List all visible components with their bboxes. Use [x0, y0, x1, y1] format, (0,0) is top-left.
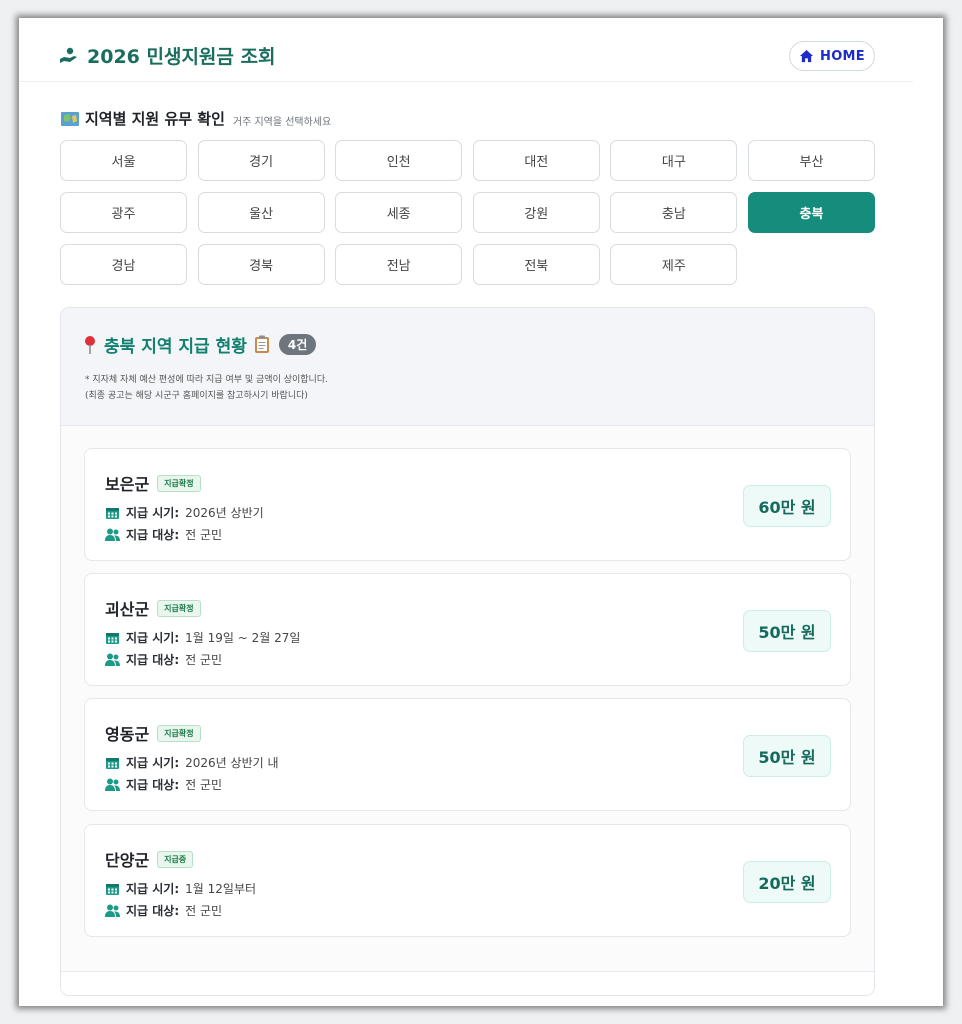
regions-subtitle: 거주 지역을 선택하세요	[232, 116, 332, 128]
target-label: 지급 대상:	[126, 653, 180, 667]
payment-time-row: 지급 시기: 1월 19일 ~ 2월 27일	[105, 629, 300, 646]
results-title-text: 충북 지역 지급 현황	[104, 337, 247, 357]
users-icon	[105, 778, 120, 791]
results-title: 충북 지역 지급 현황 4건	[83, 332, 317, 357]
calendar-icon	[106, 508, 119, 519]
count-badge: 4건	[278, 334, 317, 355]
time-value: 2026년 상반기 내	[185, 756, 279, 770]
home-button-label: HOME	[820, 48, 865, 64]
time-label: 지급 시기:	[126, 756, 180, 770]
pin-icon	[85, 335, 95, 354]
time-value: 2026년 상반기	[185, 506, 264, 520]
region-card: 보은군 지급확정 지급 시기: 2026년 상반기 지급 대상: 전 군민 60…	[84, 448, 851, 561]
time-label: 지급 시기:	[126, 882, 180, 896]
status-badge: 지급확정	[157, 474, 201, 492]
home-button[interactable]: HOME	[789, 41, 875, 71]
region-button[interactable]: 경남	[60, 244, 187, 285]
region-button[interactable]: 제주	[610, 244, 738, 285]
users-icon	[105, 528, 120, 541]
note-line-1: * 지자체 자체 예산 편성에 따라 지급 여부 및 금액이 상이합니다.	[85, 375, 328, 385]
regions-section-title: 지역별 지원 유무 확인 거주 지역을 선택하세요	[61, 108, 331, 129]
target-label: 지급 대상:	[126, 528, 180, 542]
page-frame: 2026 민생지원금 조회 HOME 지역별 지원 유무 확인 거주 지역을 선…	[19, 18, 943, 1006]
app-title: 2026 민생지원금 조회	[59, 42, 275, 69]
target-value: 전 군민	[185, 778, 223, 792]
region-button[interactable]: 경기	[197, 140, 325, 181]
users-icon	[105, 904, 120, 917]
payment-time-row: 지급 시기: 1월 12일부터	[105, 880, 256, 897]
note-line-2: (최종 공고는 해당 시군구 홈페이지를 참고하시기 바랍니다)	[85, 391, 308, 401]
results-header: 충북 지역 지급 현황 4건 * 지자체 자체 예산 편성에 따라 지급 여부 …	[61, 308, 874, 426]
payment-time-row: 지급 시기: 2026년 상반기	[105, 504, 264, 521]
calendar-icon	[106, 884, 119, 895]
results-footer	[61, 971, 874, 995]
region-button[interactable]: 대전	[472, 140, 600, 181]
region-button[interactable]: 울산	[197, 192, 325, 233]
status-badge: 지급중	[157, 850, 194, 868]
target-value: 전 군민	[185, 653, 223, 667]
amount-badge: 20만 원	[743, 861, 831, 903]
region-button[interactable]: 대구	[610, 140, 738, 181]
clipboard-icon	[254, 335, 269, 353]
header: 2026 민생지원금 조회 HOME	[19, 18, 913, 82]
region-button[interactable]: 광주	[60, 192, 187, 233]
region-button[interactable]: 전북	[472, 244, 600, 285]
users-icon	[105, 653, 120, 666]
amount-badge: 50만 원	[743, 610, 831, 652]
regions-title: 지역별 지원 유무 확인	[85, 110, 225, 128]
region-button-selected[interactable]: 충북	[747, 192, 875, 233]
target-label: 지급 대상:	[126, 904, 180, 918]
time-label: 지급 시기:	[126, 631, 180, 645]
status-badge: 지급확정	[157, 724, 201, 742]
region-button[interactable]: 인천	[335, 140, 463, 181]
county-name: 영동군	[105, 725, 150, 744]
region-card: 괴산군 지급확정 지급 시기: 1월 19일 ~ 2월 27일 지급 대상: 전…	[84, 573, 851, 686]
results-panel: 충북 지역 지급 현황 4건 * 지자체 자체 예산 편성에 따라 지급 여부 …	[60, 307, 875, 996]
card-header: 단양군 지급중	[105, 847, 194, 871]
payment-time-row: 지급 시기: 2026년 상반기 내	[105, 754, 279, 771]
region-button[interactable]: 전남	[335, 244, 463, 285]
amount-badge: 50만 원	[743, 735, 831, 777]
payment-target-row: 지급 대상: 전 군민	[105, 651, 222, 668]
status-badge: 지급확정	[157, 599, 201, 617]
calendar-icon	[106, 758, 119, 769]
card-header: 괴산군 지급확정	[105, 596, 201, 620]
payment-target-row: 지급 대상: 전 군민	[105, 526, 222, 543]
county-name: 단양군	[105, 851, 150, 870]
region-button[interactable]: 경북	[197, 244, 325, 285]
calendar-icon	[106, 633, 119, 644]
notes: * 지자체 자체 예산 편성에 따라 지급 여부 및 금액이 상이합니다. (최…	[85, 372, 328, 404]
payment-target-row: 지급 대상: 전 군민	[105, 902, 222, 919]
county-name: 괴산군	[105, 600, 150, 619]
payment-target-row: 지급 대상: 전 군민	[105, 776, 222, 793]
county-name: 보은군	[105, 475, 150, 494]
home-icon	[799, 49, 814, 62]
region-button[interactable]: 충남	[610, 192, 738, 233]
target-value: 전 군민	[185, 904, 223, 918]
region-button[interactable]: 서울	[60, 140, 187, 181]
target-value: 전 군민	[185, 528, 223, 542]
time-label: 지급 시기:	[126, 506, 180, 520]
region-button[interactable]: 세종	[335, 192, 463, 233]
region-button[interactable]: 부산	[747, 140, 875, 181]
hand-holding-icon	[60, 47, 77, 63]
region-card: 영동군 지급확정 지급 시기: 2026년 상반기 내 지급 대상: 전 군민 …	[84, 698, 851, 811]
target-label: 지급 대상:	[126, 778, 180, 792]
amount-badge: 60만 원	[743, 485, 831, 527]
app-title-text: 2026 민생지원금 조회	[87, 46, 276, 68]
region-grid: 서울 경기 인천 대전 대구 부산 광주 울산 세종 강원 충남 충북 경남 경…	[60, 140, 875, 285]
time-value: 1월 12일부터	[185, 882, 257, 896]
map-icon	[61, 111, 79, 126]
time-value: 1월 19일 ~ 2월 27일	[185, 631, 301, 645]
region-card: 단양군 지급중 지급 시기: 1월 12일부터 지급 대상: 전 군민 20만 …	[84, 824, 851, 937]
card-header: 보은군 지급확정	[105, 471, 201, 495]
region-button[interactable]: 강원	[472, 192, 600, 233]
card-header: 영동군 지급확정	[105, 721, 201, 745]
